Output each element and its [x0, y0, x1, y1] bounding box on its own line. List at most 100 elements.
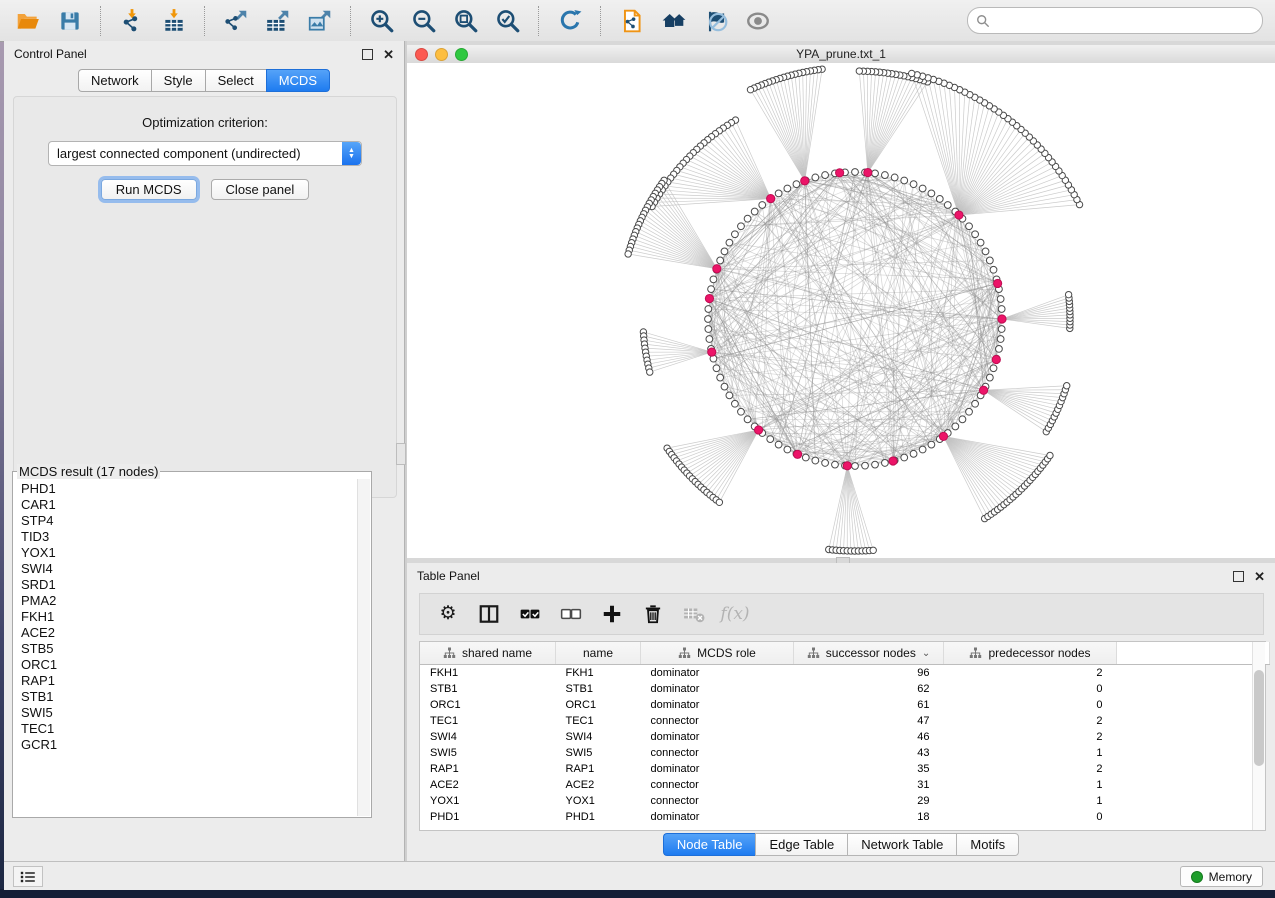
table-cell[interactable]: RAP1: [556, 761, 641, 777]
table-cell[interactable]: STB1: [556, 681, 641, 697]
delete-button[interactable]: [641, 602, 665, 626]
network-view-canvas[interactable]: [407, 63, 1275, 558]
close-panel-icon[interactable]: ✕: [383, 50, 394, 59]
mcds-result-item[interactable]: CAR1: [21, 497, 358, 513]
hide-details-button[interactable]: [698, 4, 734, 38]
column-header-successor-nodes[interactable]: successor nodes⌄: [794, 642, 944, 665]
mcds-result-item[interactable]: PMA2: [21, 593, 358, 609]
table-row[interactable]: YOX1YOX1connector291: [420, 793, 1270, 809]
run-mcds-button[interactable]: Run MCDS: [101, 179, 197, 200]
float-panel-icon[interactable]: [362, 49, 373, 60]
table-cell[interactable]: ACE2: [420, 777, 556, 793]
table-cell[interactable]: STB1: [420, 681, 556, 697]
table-cell[interactable]: connector: [641, 777, 794, 793]
table-cell[interactable]: SWI5: [556, 745, 641, 761]
task-history-button[interactable]: [13, 866, 43, 887]
table-row[interactable]: TEC1TEC1connector472: [420, 713, 1270, 729]
search-input[interactable]: [990, 13, 1254, 29]
mcds-result-item[interactable]: YOX1: [21, 545, 358, 561]
mcds-result-item[interactable]: RAP1: [21, 673, 358, 689]
table-cell[interactable]: YOX1: [420, 793, 556, 809]
mcds-list-scrollbar[interactable]: [357, 479, 370, 816]
close-panel-button[interactable]: Close panel: [211, 179, 310, 200]
zoom-out-button[interactable]: [406, 4, 442, 38]
mcds-result-item[interactable]: SWI4: [21, 561, 358, 577]
export-network-button[interactable]: [218, 4, 254, 38]
table-cell[interactable]: dominator: [641, 809, 794, 825]
mcds-result-item[interactable]: TID3: [21, 529, 358, 545]
table-cell[interactable]: 2: [944, 665, 1117, 682]
table-cell[interactable]: 46: [794, 729, 944, 745]
column-header-MCDS-role[interactable]: MCDS role: [641, 642, 794, 665]
mcds-result-item[interactable]: SWI5: [21, 705, 358, 721]
vertical-splitter-grabber[interactable]: [396, 443, 406, 465]
table-cell[interactable]: PHD1: [556, 809, 641, 825]
refresh-button[interactable]: [552, 4, 588, 38]
table-cell[interactable]: 47: [794, 713, 944, 729]
table-cell[interactable]: dominator: [641, 697, 794, 713]
mcds-result-item[interactable]: GCR1: [21, 737, 358, 753]
table-cell[interactable]: ORC1: [420, 697, 556, 713]
export-table-button[interactable]: [260, 4, 296, 38]
tab-mcds[interactable]: MCDS: [266, 69, 330, 92]
table-cell[interactable]: connector: [641, 793, 794, 809]
table-cell[interactable]: connector: [641, 713, 794, 729]
table-cell[interactable]: 0: [944, 809, 1117, 825]
table-cell[interactable]: 43: [794, 745, 944, 761]
table-row[interactable]: SWI5SWI5connector431: [420, 745, 1270, 761]
mcds-result-item[interactable]: TEC1: [21, 721, 358, 737]
table-cell[interactable]: PHD1: [420, 809, 556, 825]
table-cell[interactable]: FKH1: [556, 665, 641, 682]
network-from-file-button[interactable]: [614, 4, 650, 38]
table-cell[interactable]: SWI4: [556, 729, 641, 745]
table-scrollbar[interactable]: [1252, 642, 1265, 830]
mcds-result-item[interactable]: STP4: [21, 513, 358, 529]
table-cell[interactable]: YOX1: [556, 793, 641, 809]
search-box[interactable]: [967, 7, 1263, 34]
table-cell[interactable]: 18: [794, 809, 944, 825]
table-cell[interactable]: ACE2: [556, 777, 641, 793]
birds-eye-button[interactable]: [740, 4, 776, 38]
column-header-name[interactable]: name: [556, 642, 641, 665]
table-cell[interactable]: RAP1: [420, 761, 556, 777]
table-cell[interactable]: SWI5: [420, 745, 556, 761]
table-cell[interactable]: 0: [944, 681, 1117, 697]
settings-button[interactable]: ⚙: [436, 602, 460, 626]
table-cell[interactable]: 2: [944, 761, 1117, 777]
table-cell[interactable]: 62: [794, 681, 944, 697]
table-cell[interactable]: 1: [944, 777, 1117, 793]
tab-edge-table[interactable]: Edge Table: [755, 833, 847, 856]
home-button[interactable]: [656, 4, 692, 38]
table-cell[interactable]: 35: [794, 761, 944, 777]
float-table-panel-icon[interactable]: [1233, 571, 1244, 582]
table-row[interactable]: FKH1FKH1dominator962: [420, 665, 1270, 682]
table-cell[interactable]: 61: [794, 697, 944, 713]
save-button[interactable]: [52, 4, 88, 38]
mcds-result-item[interactable]: STB1: [21, 689, 358, 705]
table-cell[interactable]: 96: [794, 665, 944, 682]
table-row[interactable]: STB1STB1dominator620: [420, 681, 1270, 697]
import-table-button[interactable]: [156, 4, 192, 38]
tab-network-table[interactable]: Network Table: [847, 833, 956, 856]
mcds-result-list[interactable]: PHD1CAR1STP4TID3YOX1SWI4SRD1PMA2FKH1ACE2…: [14, 479, 358, 816]
zoom-selected-button[interactable]: [490, 4, 526, 38]
tab-node-table[interactable]: Node Table: [663, 833, 756, 856]
optimization-criterion-select[interactable]: largest connected component (undirected)…: [48, 141, 362, 166]
tab-motifs[interactable]: Motifs: [956, 833, 1019, 856]
memory-button[interactable]: Memory: [1180, 866, 1263, 887]
table-cell[interactable]: FKH1: [420, 665, 556, 682]
open-button[interactable]: [10, 4, 46, 38]
table-cell[interactable]: 1: [944, 793, 1117, 809]
close-table-panel-icon[interactable]: ✕: [1254, 572, 1265, 581]
table-cell[interactable]: dominator: [641, 729, 794, 745]
table-row[interactable]: RAP1RAP1dominator352: [420, 761, 1270, 777]
tab-select[interactable]: Select: [205, 69, 266, 92]
table-cell[interactable]: TEC1: [556, 713, 641, 729]
tab-network[interactable]: Network: [78, 69, 151, 92]
table-cell[interactable]: SWI4: [420, 729, 556, 745]
select-all-button[interactable]: [518, 602, 542, 626]
tab-style[interactable]: Style: [151, 69, 205, 92]
mcds-result-item[interactable]: SRD1: [21, 577, 358, 593]
zoom-fit-button[interactable]: [448, 4, 484, 38]
column-header-predecessor-nodes[interactable]: predecessor nodes: [944, 642, 1117, 665]
